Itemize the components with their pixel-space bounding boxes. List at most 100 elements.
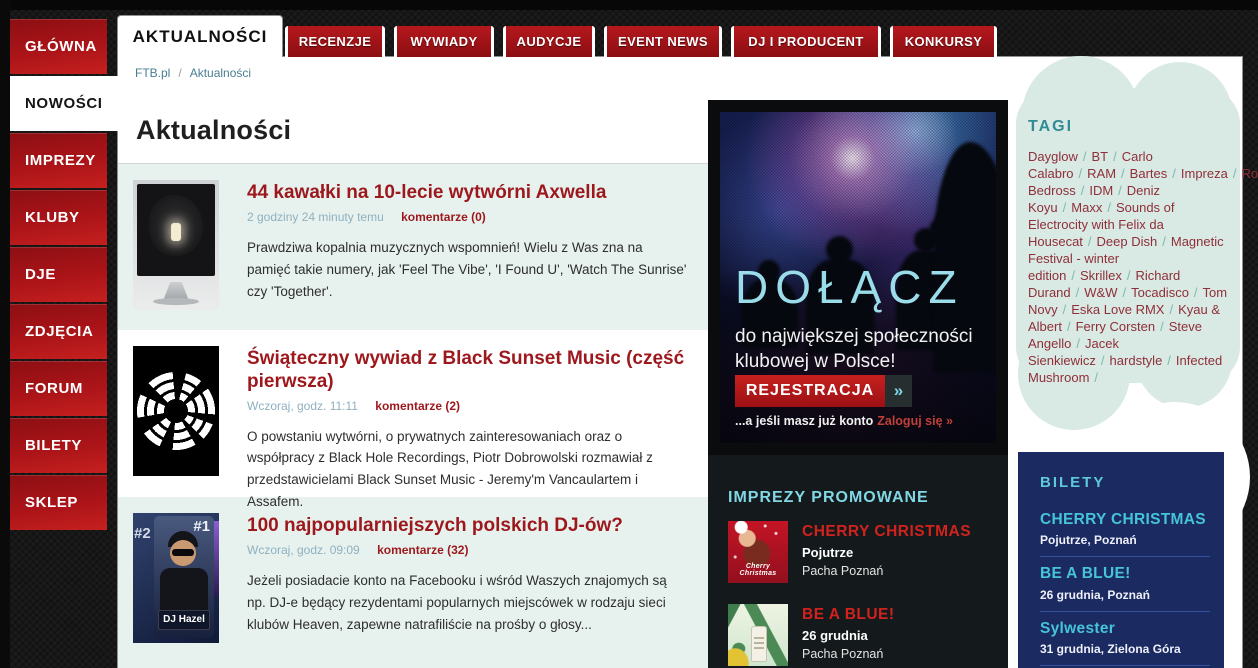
sidebar-item-sklep[interactable]: SKLEP [10, 475, 107, 530]
login-link[interactable]: Zaloguj się » [877, 414, 953, 428]
sidebar-item-imprezy[interactable]: IMPREZY [10, 133, 107, 188]
tag-separator: / [1167, 353, 1171, 368]
article-meta: Wczoraj, godz. 11:11 komentarze (2) [247, 399, 688, 413]
breadcrumb-root-link[interactable]: FTB.pl [135, 66, 170, 80]
article-body: Świąteczny wywiad z Black Sunset Music (… [247, 346, 688, 497]
tab-audycje[interactable]: AUDYCJE [503, 26, 595, 57]
imac-screen [137, 184, 215, 276]
tag-separator: / [1121, 166, 1125, 181]
crowd-silhouette-arm [927, 178, 972, 236]
sidebar-item-kluby[interactable]: KLUBY [10, 190, 107, 245]
tag-link[interactable]: BT [1091, 149, 1108, 164]
tickets-panel: BILETY CHERRY CHRISTMASPojutrze, Poznań B… [1018, 452, 1224, 668]
tab-dj-i-producent[interactable]: DJ I PRODUCENT [731, 26, 881, 57]
article-row: 44 kawałki na 10-lecie wytwórni Axwella … [118, 164, 708, 330]
sidebar-item-zdj-cia[interactable]: ZDJĘCIA [10, 304, 107, 359]
event-info: CHERRY CHRISTMAS Pojutrze Pacha Poznań [802, 521, 971, 583]
tag-separator: / [1113, 149, 1117, 164]
ticket-item: CHERRY CHRISTMASPojutrze, Poznań [1040, 503, 1210, 556]
promoted-event: Cherry Christmas CHERRY CHRISTMAS Pojutr… [728, 521, 1008, 583]
ticket-item: Sylwester31 grudnia, Zielona Góra [1040, 611, 1210, 665]
article-body: 44 kawałki na 10-lecie wytwórni Axwella … [247, 180, 688, 330]
tag-link[interactable]: Dayglow [1028, 149, 1078, 164]
tag-link[interactable]: Eska Love RMX [1071, 302, 1164, 317]
abstract-circle-art [133, 346, 219, 476]
tag-separator: / [1233, 166, 1237, 181]
breadcrumb-separator: / [178, 66, 181, 80]
ticket-info: 26 grudnia, Poznań [1040, 588, 1210, 602]
tag-separator: / [1083, 149, 1087, 164]
dj-card: #1 DJ Hazel [154, 516, 214, 638]
tickets-heading: BILETY [1040, 474, 1210, 491]
article-comments-link[interactable]: komentarze (2) [375, 399, 460, 413]
registration-button[interactable]: REJESTRACJA [735, 375, 885, 407]
login-line: ...a jeśli masz już kontoZaloguj się » [735, 414, 986, 428]
page: GŁÓWNANOWOŚCIIMPREZYKLUBYDJEZDJĘCIAFORUM… [0, 0, 1258, 668]
tag-separator: / [1076, 285, 1080, 300]
dj-torso [160, 568, 208, 612]
article-time: 2 godziny 24 minuty temu [247, 210, 384, 224]
news-list: Aktualności 44 kawałki na 10-lecie wytwó… [118, 57, 708, 668]
tag-separator: / [1169, 302, 1173, 317]
article-title[interactable]: Świąteczny wywiad z Black Sunset Music (… [247, 348, 688, 394]
tab-bar: AKTUALNOŚCIRECENZJE WYWIADY AUDYCJE EVENT N… [117, 15, 1006, 57]
article-thumbnail[interactable] [133, 180, 219, 310]
tag-link[interactable]: W&W [1084, 285, 1117, 300]
article-title[interactable]: 44 kawałki na 10-lecie wytwórni Axwella [247, 182, 688, 205]
banner-subline: do największej społeczności klubowej w P… [735, 324, 986, 374]
sidebar-item-dje[interactable]: DJE [10, 247, 107, 302]
tag-separator: / [1101, 353, 1105, 368]
tag-separator: / [1071, 268, 1075, 283]
tag-link[interactable]: Bartes [1130, 166, 1168, 181]
event-title-link[interactable]: CHERRY CHRISTMAS [802, 523, 971, 541]
tag-link[interactable]: Impreza [1181, 166, 1228, 181]
tag-link[interactable]: RAM [1087, 166, 1116, 181]
tags-section: TAGI Dayglow/BT/Carlo Calabro/RAM/Bartes… [1028, 118, 1232, 386]
chevron-right-icon[interactable]: » [885, 375, 912, 407]
sidebar-item-g-wna[interactable]: GŁÓWNA [10, 19, 107, 74]
bottle-graphic [751, 626, 767, 662]
event-thumbnail[interactable] [728, 604, 788, 666]
tab-aktualno-ci[interactable]: AKTUALNOŚCI [117, 15, 283, 57]
event-thumbnail[interactable]: Cherry Christmas [728, 521, 788, 583]
tag-separator: / [1088, 234, 1092, 249]
article-excerpt: O powstaniu wytwórni, o prywatnych zaint… [247, 426, 688, 513]
tab-konkursy[interactable]: KONKURSY [890, 26, 997, 57]
ticket-title-link[interactable]: Sylwester [1040, 619, 1210, 638]
tag-link[interactable]: Maxx [1071, 200, 1102, 215]
sidebar-nav: GŁÓWNANOWOŚCIIMPREZYKLUBYDJEZDJĘCIAFORUM… [10, 19, 107, 532]
dj-name-label: DJ Hazel [158, 610, 210, 630]
tab-wywiady[interactable]: WYWIADY [394, 26, 494, 57]
article-title[interactable]: 100 najpopularniejszych polskich DJ-ów? [247, 515, 688, 538]
ticket-title-link[interactable]: CHERRY CHRISTMAS [1040, 510, 1210, 529]
article-row: Świąteczny wywiad z Black Sunset Music (… [118, 330, 708, 497]
sidebar-item-forum[interactable]: FORUM [10, 361, 107, 416]
tab-event-news[interactable]: EVENT NEWS [604, 26, 722, 57]
breadcrumb-current: Aktualności [190, 66, 251, 80]
tag-link[interactable]: hardstyle [1110, 353, 1163, 368]
tag-link[interactable]: Tocadisco [1131, 285, 1189, 300]
article-thumbnail[interactable] [133, 346, 219, 476]
banner-subline-2: klubowej w Polsce! [735, 349, 986, 374]
banner-subline-1: do największej społeczności [735, 324, 986, 349]
event-title-link[interactable]: BE A BLUE! [802, 606, 895, 624]
tab-recenzje[interactable]: RECENZJE [285, 26, 385, 57]
article-comments-link[interactable]: komentarze (32) [377, 543, 468, 557]
tag-link[interactable]: Ferry Corsten [1076, 319, 1155, 334]
page-title: Aktualności [136, 115, 708, 146]
sidebar-item-bilety[interactable]: BILETY [10, 418, 107, 473]
sidebar-item-nowo-ci[interactable]: NOWOŚCI [10, 76, 132, 131]
tag-link[interactable]: Deep Dish [1097, 234, 1158, 249]
tag-link[interactable]: IDM [1089, 183, 1113, 198]
tags-heading: TAGI [1028, 118, 1232, 136]
tag-link[interactable]: Skrillex [1080, 268, 1122, 283]
dj-sunglasses [172, 549, 194, 556]
article-comments-link[interactable]: komentarze (0) [401, 210, 486, 224]
article-thumbnail[interactable]: #2 #1 DJ Hazel [133, 513, 219, 643]
event-thumb-caption: Cherry Christmas [728, 563, 788, 577]
ticket-title-link[interactable]: BE A BLUE! [1040, 564, 1210, 583]
event-date: 26 grudnia [802, 628, 895, 643]
registration-banner: DOŁĄCZ do największej społeczności klubo… [708, 100, 1008, 455]
promoted-events-heading: IMPREZY PROMOWANE [728, 489, 1008, 507]
crowd-silhouette [914, 228, 938, 252]
